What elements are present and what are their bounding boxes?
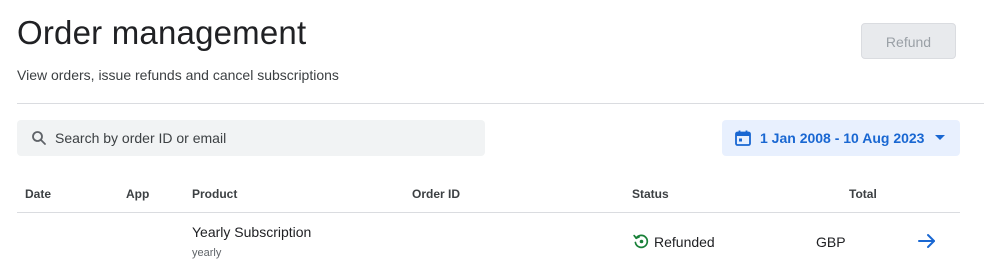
chevron-down-icon	[935, 135, 945, 140]
row-total: GBP	[816, 234, 846, 250]
page-subtitle: View orders, issue refunds and cancel su…	[17, 67, 339, 83]
calendar-icon	[735, 130, 751, 146]
header-divider	[17, 103, 984, 104]
table-header-divider	[17, 212, 960, 213]
date-range-label: 1 Jan 2008 - 10 Aug 2023	[760, 130, 925, 146]
row-status-label: Refunded	[654, 234, 715, 250]
column-header-total: Total	[849, 187, 877, 201]
arrow-right-icon[interactable]	[918, 233, 936, 249]
search-box[interactable]	[17, 120, 485, 156]
refund-button[interactable]: Refund	[861, 23, 956, 59]
row-product-detail: yearly	[192, 247, 222, 259]
column-header-product: Product	[192, 187, 238, 201]
date-range-picker[interactable]: 1 Jan 2008 - 10 Aug 2023	[722, 120, 960, 156]
page-title: Order management	[17, 14, 307, 51]
search-icon	[32, 131, 46, 145]
column-header-date: Date	[25, 187, 52, 201]
search-input[interactable]	[55, 120, 475, 156]
refund-status-icon	[633, 234, 649, 249]
row-product: Yearly Subscription	[192, 224, 312, 240]
column-header-status: Status	[632, 187, 669, 201]
column-header-order-id: Order ID	[412, 187, 461, 201]
column-header-app: App	[126, 187, 150, 201]
